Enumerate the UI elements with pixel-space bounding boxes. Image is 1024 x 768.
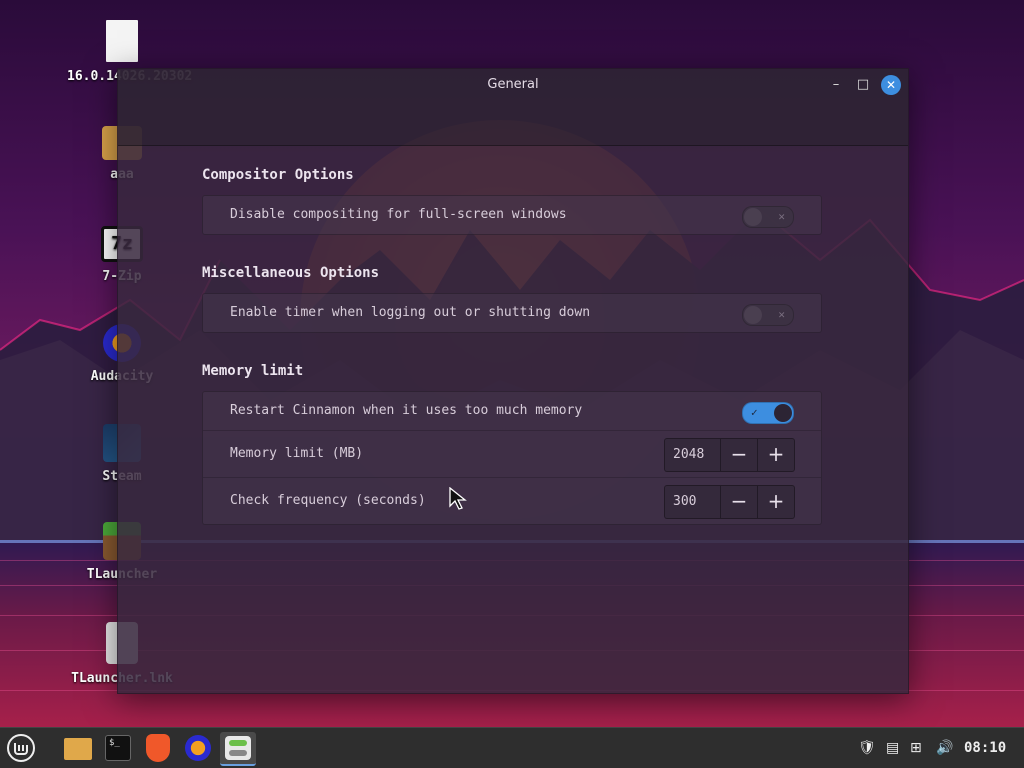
panel-memory: Restart Cinnamon when it uses too much m… [202, 391, 822, 525]
memory-limit-spinbutton: 2048 − + [664, 438, 795, 472]
section-title-memory: Memory limit [202, 363, 304, 379]
check-frequency-spinbutton: 300 − + [664, 485, 795, 519]
check-frequency-increment-button[interactable]: + [757, 486, 794, 518]
brave-lion-icon [146, 734, 170, 762]
taskbar-files[interactable] [62, 732, 94, 764]
memory-limit-input[interactable]: 2048 [665, 439, 721, 471]
switch-off-icon: ✕ [778, 308, 785, 321]
switch-off-icon: ✕ [778, 210, 785, 223]
menu-button[interactable] [5, 732, 37, 764]
taskbar-audacity[interactable] [182, 732, 214, 764]
disable-compositing-switch[interactable]: ✕ [742, 206, 794, 228]
row-label: Enable timer when logging out or shuttin… [230, 305, 591, 320]
close-button[interactable]: ✕ [881, 75, 901, 95]
row-label: Memory limit (MB) [230, 446, 364, 461]
taskbar-terminal[interactable]: $_ [102, 732, 134, 764]
volume-icon[interactable]: 🔊 [936, 728, 953, 768]
audacity-icon [185, 735, 211, 761]
row-label: Check frequency (seconds) [230, 493, 426, 508]
row-label: Disable compositing for full-screen wind… [230, 207, 567, 222]
row-label: Restart Cinnamon when it uses too much m… [230, 403, 583, 418]
terminal-icon: $_ [105, 735, 131, 761]
clipboard-icon[interactable]: ▤ [886, 728, 899, 768]
memory-limit-decrement-button[interactable]: − [721, 439, 757, 471]
section-title-compositor: Compositor Options [202, 167, 354, 183]
mouse-cursor-icon [449, 487, 467, 510]
logout-timer-switch[interactable]: ✕ [742, 304, 794, 326]
row-memory-limit: Memory limit (MB) 2048 − + [203, 431, 821, 478]
taskbar: $_ 🛡 ▤ ⊞ 🔊 08:10 [0, 727, 1024, 768]
window-titlebar[interactable]: General – □ ✕ [118, 69, 908, 146]
network-icon[interactable]: ⊞ [910, 728, 922, 768]
section-title-misc: Miscellaneous Options [202, 265, 380, 281]
maximize-button[interactable]: □ [853, 75, 873, 95]
settings-window: General – □ ✕ Compositor Options Disable… [117, 68, 909, 694]
folder-icon [64, 738, 92, 760]
switch-knob [744, 306, 762, 324]
mint-logo-icon [7, 734, 35, 762]
row-check-frequency: Check frequency (seconds) 300 − + [203, 478, 821, 524]
check-frequency-decrement-button[interactable]: − [721, 486, 757, 518]
taskbar-brave[interactable] [142, 732, 174, 764]
panel-compositor: Disable compositing for full-screen wind… [202, 195, 822, 235]
settings-content: Compositor Options Disable compositing f… [202, 165, 822, 553]
shield-icon[interactable]: 🛡 [858, 728, 876, 768]
memory-limit-increment-button[interactable]: + [757, 439, 794, 471]
minimize-button[interactable]: – [826, 75, 846, 95]
check-frequency-input[interactable]: 300 [665, 486, 721, 518]
document-icon [106, 20, 138, 62]
row-disable-compositing: Disable compositing for full-screen wind… [203, 196, 821, 234]
taskbar-settings[interactable] [220, 732, 256, 766]
toggle-settings-icon [225, 736, 251, 760]
window-title: General [487, 77, 539, 92]
panel-misc: Enable timer when logging out or shuttin… [202, 293, 822, 333]
row-restart-cinnamon: Restart Cinnamon when it uses too much m… [203, 392, 821, 431]
switch-check-icon: ✓ [751, 406, 758, 419]
row-logout-timer: Enable timer when logging out or shuttin… [203, 294, 821, 332]
restart-cinnamon-switch[interactable]: ✓ [742, 402, 794, 424]
switch-knob [744, 208, 762, 226]
clock[interactable]: 08:10 [964, 728, 1006, 768]
switch-knob [774, 404, 792, 422]
